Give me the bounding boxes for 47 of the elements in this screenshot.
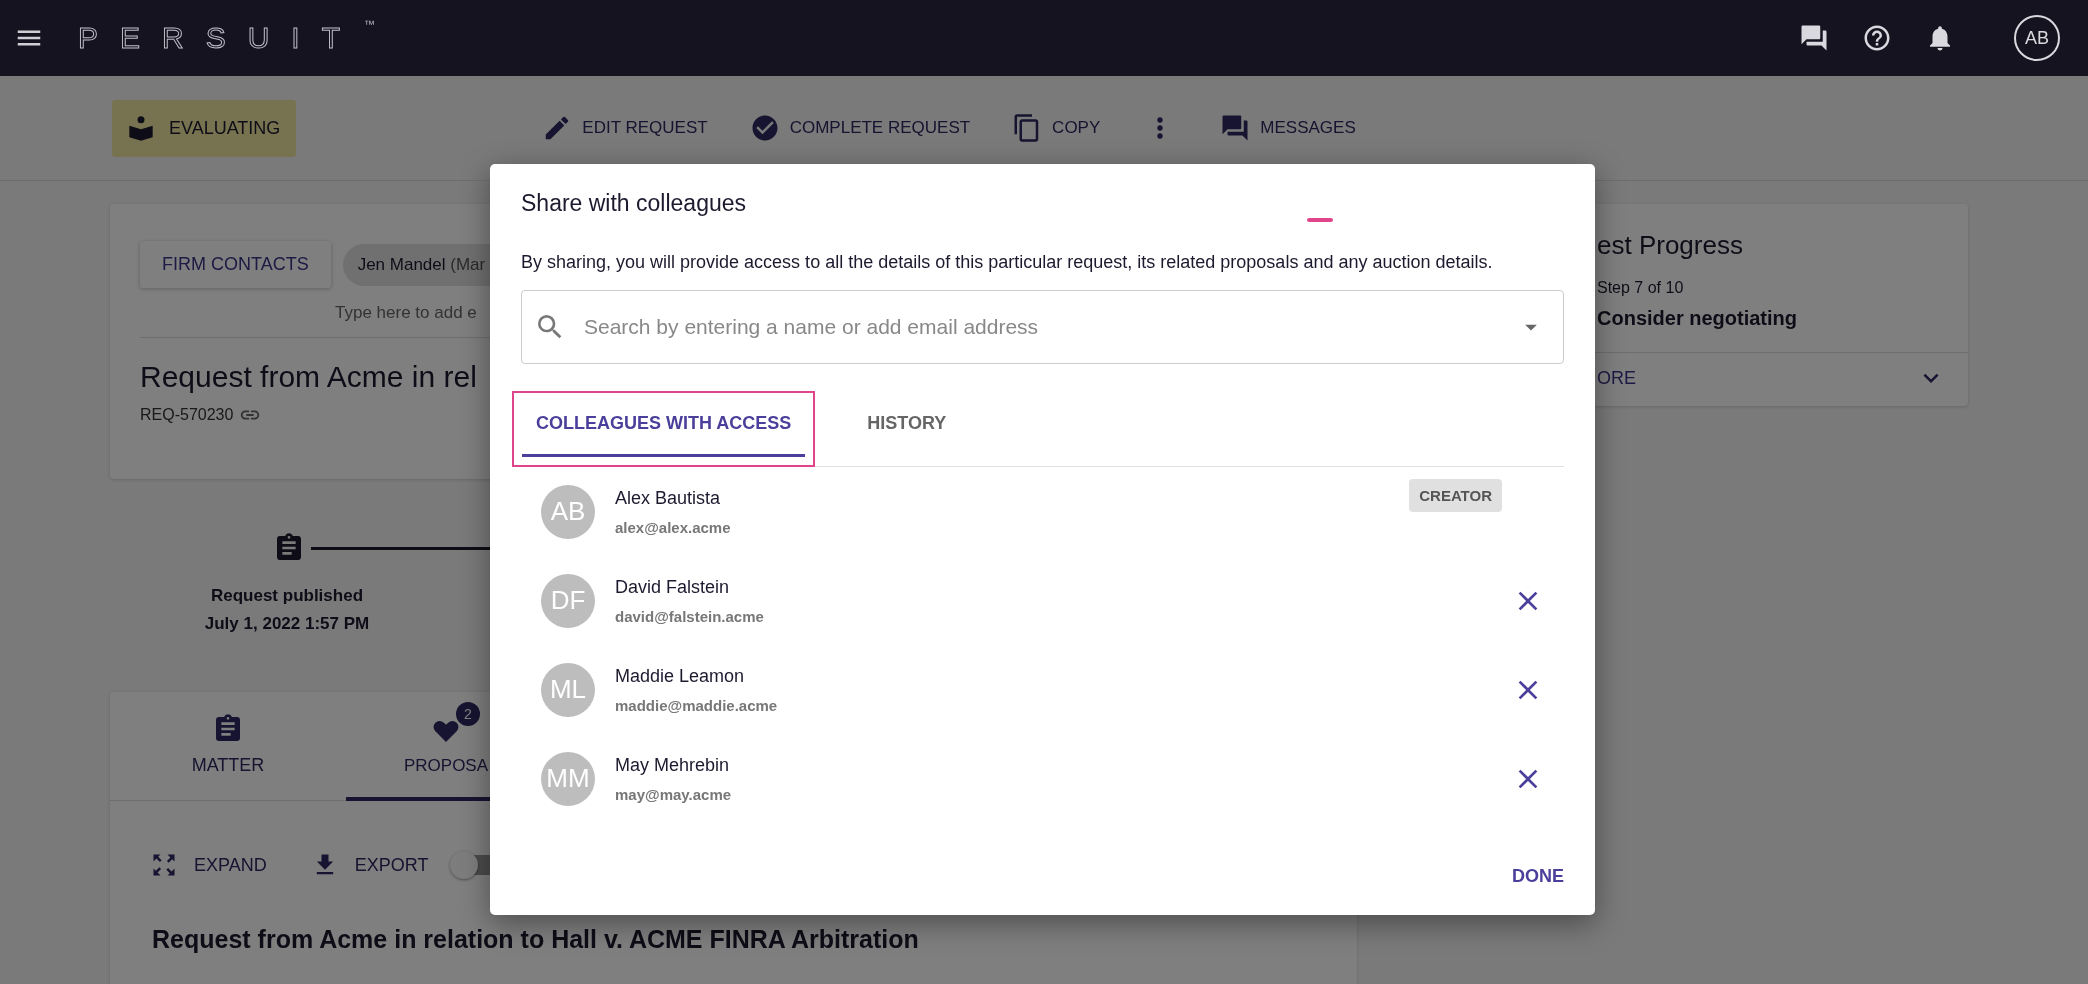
request-id: REQ-570230	[140, 406, 234, 424]
step-count: Step 7 of 10	[1597, 279, 1685, 297]
content-tab[interactable]: MATTER	[110, 692, 346, 801]
dialog-tab[interactable]: COLLEAGUES WITH ACCESS	[512, 391, 816, 467]
colleague-email: david@falstein.acme	[615, 607, 765, 625]
accent-dash	[1307, 218, 1334, 222]
colleague-email: may@may.acme	[615, 785, 733, 803]
more-link[interactable]: ORE	[1597, 367, 1636, 389]
chat-icon	[1220, 113, 1251, 143]
current-step: Consider negotiating	[1597, 307, 1968, 330]
avatar: DF	[541, 573, 595, 628]
section-heading: Request from Acme in relation to Hall v. ACME FINRA Arbitration	[151, 924, 920, 954]
avatar: AB	[541, 484, 595, 539]
more-icon	[1156, 116, 1165, 140]
avatar: MM	[541, 751, 595, 806]
count-badge: 2	[456, 701, 480, 726]
colleague-email: alex@alex.acme	[615, 518, 732, 536]
timeline-label: Request published	[210, 586, 364, 606]
progress-title: est Progress	[1597, 230, 1744, 261]
toolbar-button[interactable]: EDIT REQUEST	[542, 107, 708, 149]
creator-badge: CREATOR	[1409, 479, 1502, 512]
toolbar-button[interactable]: EXPORT	[310, 851, 429, 879]
toolbar-button[interactable]: COMPLETE REQUEST	[749, 107, 971, 149]
request-title: Request from Acme in rel	[140, 360, 478, 394]
trademark-mark: ™	[364, 18, 376, 30]
toolbar-button[interactable]: MESSAGES	[1220, 107, 1356, 149]
colleague-name: Maddie Leamon	[615, 665, 746, 687]
help-icon[interactable]	[1862, 23, 1892, 53]
chat-icon[interactable]	[1799, 23, 1829, 53]
colleague-name: David Falstein	[615, 576, 731, 598]
dialog-tab[interactable]: HISTORY	[843, 391, 971, 467]
avatar: ML	[541, 662, 595, 717]
timeline-date: July 1, 2022 1:57 PM	[204, 614, 370, 634]
done-button[interactable]: DONE	[1512, 860, 1564, 893]
colleague-email: maddie@maddie.acme	[615, 696, 779, 714]
toolbar-button[interactable]: EXPAND	[150, 851, 267, 879]
reader-icon	[127, 114, 155, 142]
logo[interactable]: PERSUIT	[78, 21, 363, 55]
toolbar-button[interactable]: COPY	[1012, 107, 1101, 149]
colleague-name: May Mehrebin	[615, 754, 731, 776]
colleague-name: Alex Bautista	[615, 487, 722, 509]
firm-contacts-button[interactable]: FIRM CONTACTS	[140, 241, 331, 288]
search-field[interactable]: Search by entering a name or add email address	[521, 290, 1564, 364]
dialog-title: Share with colleagues	[521, 190, 747, 217]
status-label: EVALUATING	[169, 117, 281, 139]
user-avatar[interactable]: AB	[2014, 15, 2060, 61]
dialog-description: By sharing, you will provide access to all the details of this particular request, its related proposals and any auction details.	[521, 252, 1494, 273]
